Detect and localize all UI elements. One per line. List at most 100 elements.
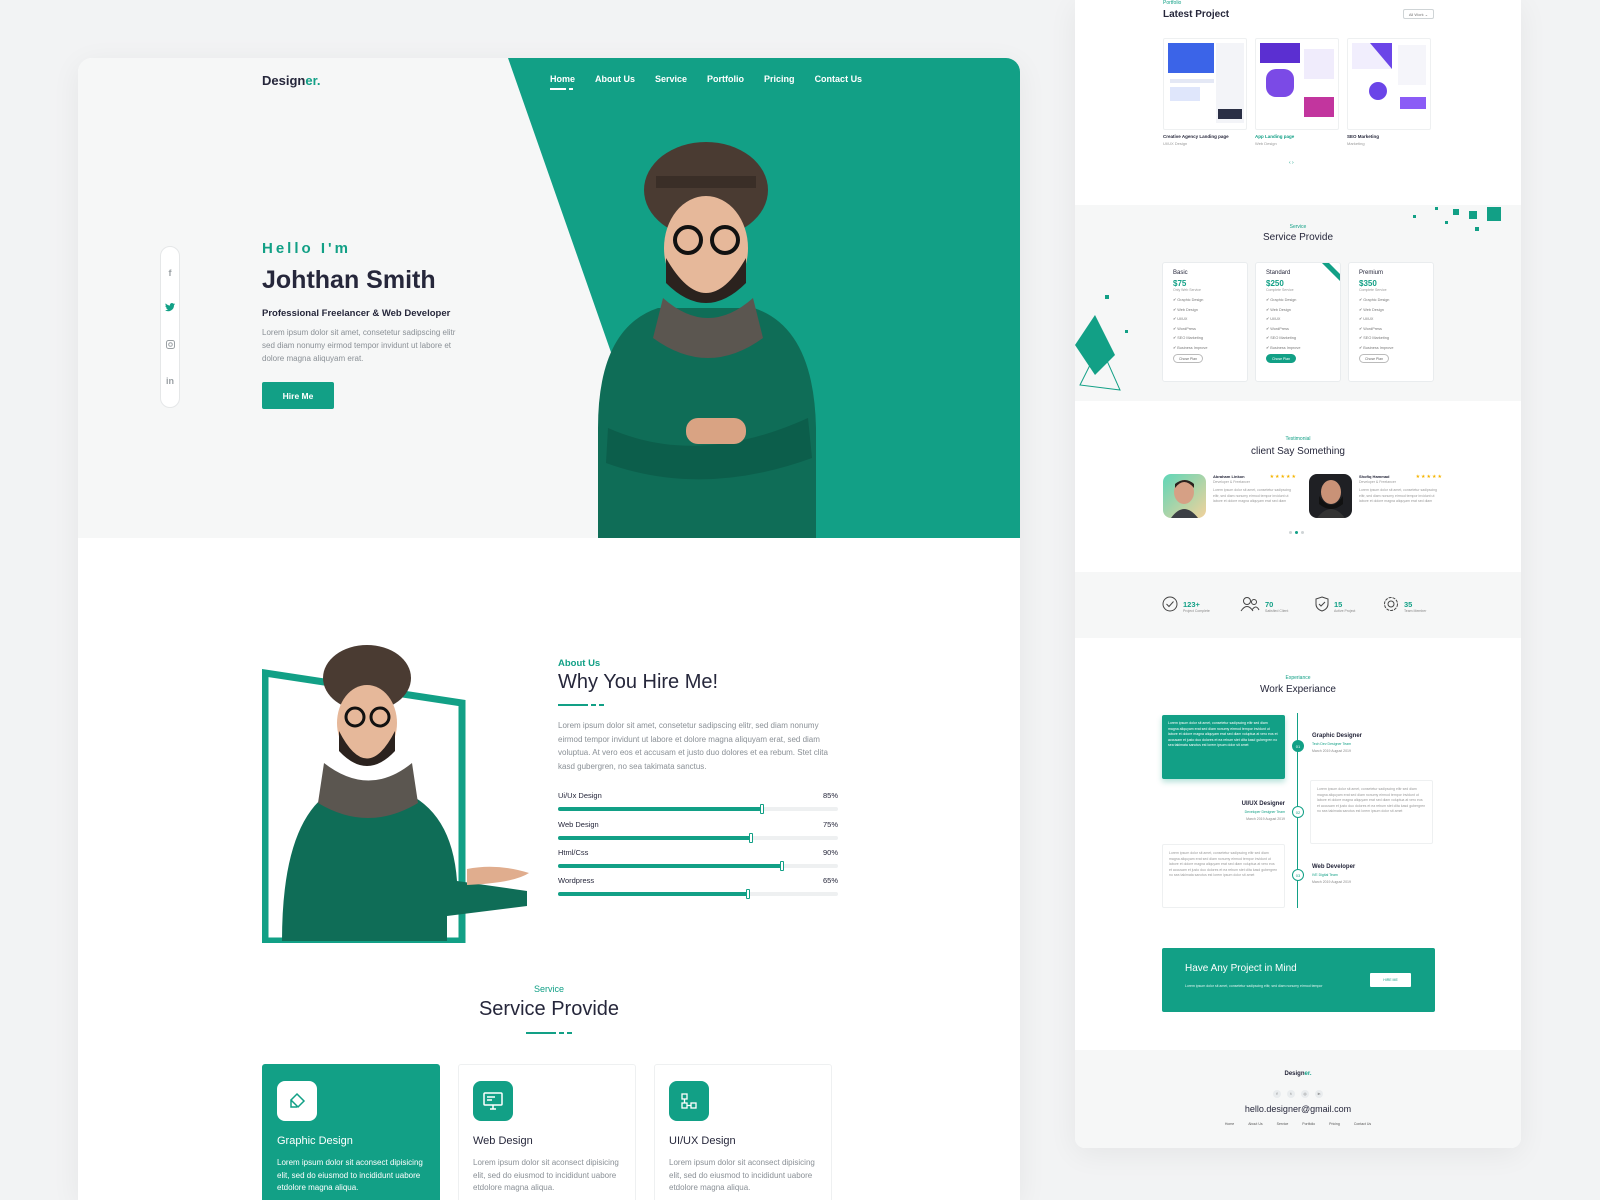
skill-name: Web Design <box>558 820 599 829</box>
service-card-graphic[interactable]: Graphic Design Lorem ipsum dolor sit aco… <box>262 1064 440 1200</box>
site-logo[interactable]: Designer. <box>262 73 321 88</box>
service-card-uiux[interactable]: UI/UX Design Lorem ipsum dolor sit acons… <box>654 1064 832 1200</box>
facebook-icon[interactable]: f <box>169 268 172 278</box>
cta-hire-button[interactable]: HIRE ME <box>1370 973 1411 987</box>
skill-name: Wordpress <box>558 876 595 885</box>
award-icon <box>1383 596 1399 617</box>
timeline-date: March 2019 August 2019 <box>1312 880 1351 884</box>
skill-fill <box>558 892 749 896</box>
footer-logo[interactable]: Designer. <box>1075 1071 1521 1077</box>
timeline-date: March 2019 August 2019 <box>1246 817 1285 821</box>
nav-service[interactable]: Service <box>655 74 687 84</box>
timeline-role: Web Developer <box>1312 864 1356 870</box>
brush-icon <box>277 1081 317 1121</box>
project-thumb-3[interactable] <box>1347 38 1431 130</box>
service-desc: Lorem ipsum dolor sit aconsect dipisicin… <box>277 1158 423 1192</box>
footer-nav-service[interactable]: Service <box>1277 1122 1289 1126</box>
skill-row: Wordpress 65% <box>558 876 838 899</box>
choose-plan-button[interactable]: Chose Plan <box>1359 354 1389 363</box>
hero-greeting: Hello I'm <box>262 240 351 257</box>
portfolio-filter-select[interactable]: All Work ⌄ <box>1403 9 1434 19</box>
testimonial-text: Lorem ipsum dolor sit amet, consetetur s… <box>1213 488 1292 503</box>
nav-about[interactable]: About Us <box>595 74 635 84</box>
testimonial-card: Shofiq Hammad Developer & Freelancer ★★★… <box>1309 474 1443 520</box>
skill-name: Html/Css <box>558 848 589 857</box>
plan-feature: ✔ UI/UX <box>1266 317 1281 321</box>
service-desc: Lorem ipsum dolor sit aconsect dipisicin… <box>473 1158 619 1192</box>
twitter-icon[interactable] <box>165 303 175 314</box>
choose-plan-button[interactable]: Chose Plan <box>1173 354 1203 363</box>
instagram-icon[interactable] <box>165 339 175 351</box>
footer <box>1075 1050 1521 1148</box>
skill-row: Web Design 75% <box>558 820 838 843</box>
hire-me-button[interactable]: Hire Me <box>262 382 334 409</box>
instagram-icon[interactable]: ◎ <box>1301 1090 1309 1098</box>
landing-page-main: Designer. Home About Us Service Portfoli… <box>78 58 1020 1200</box>
twitter-icon[interactable]: t <box>1287 1090 1295 1098</box>
about-eyebrow: About Us <box>558 658 601 669</box>
avatar <box>1309 474 1352 518</box>
skill-percent: 90% <box>822 848 838 857</box>
plan-features: ✔ Graphic Design ✔ Web Design ✔ UI/UX ✔ Wor… <box>1266 297 1330 350</box>
choose-plan-button[interactable]: Chose Plan <box>1266 354 1296 363</box>
hero-accent-shape <box>508 58 1020 538</box>
plan-feature: ✔ Web Design <box>1173 307 1198 312</box>
footer-nav-about[interactable]: About Us <box>1248 1122 1262 1126</box>
services-eyebrow: Service <box>533 984 564 994</box>
experience-title: Work Experiance <box>1260 684 1336 695</box>
testimonial-pager[interactable] <box>1289 531 1304 534</box>
project-thumb-1[interactable] <box>1163 38 1247 130</box>
footer-nav-contact[interactable]: Contact Us <box>1354 1122 1371 1126</box>
plan-tagline: Only Web Service <box>1173 288 1201 292</box>
plan-tagline: Complete Service <box>1359 288 1387 292</box>
project-title: App Landing page <box>1255 134 1295 139</box>
portfolio-pager[interactable]: ‹ › <box>1289 160 1294 166</box>
nav-contact[interactable]: Contact Us <box>815 74 863 84</box>
footer-nav: Home About Us Service Portfolio Pricing … <box>1075 1122 1521 1126</box>
plan-feature: ✔ Graphic Design <box>1173 298 1204 302</box>
plan-features: ✔ Graphic Design ✔ Web Design ✔ UI/UX ✔ Wor… <box>1359 297 1423 350</box>
skill-track <box>558 889 838 899</box>
timeline-company: IVE Digital Team <box>1312 873 1338 877</box>
skill-name: Ui/Ux Design <box>558 791 602 800</box>
project-thumb-2[interactable] <box>1255 38 1339 130</box>
stat-projects: 123+ Project Complete <box>1162 596 1210 617</box>
monitor-icon <box>473 1081 513 1121</box>
pricing-card-basic: Basic $75 Only Web Service ✔ Graphic Design… <box>1162 262 1248 382</box>
avatar <box>1163 474 1206 518</box>
service-card-web[interactable]: Web Design Lorem ipsum dolor sit aconsec… <box>458 1064 636 1200</box>
nav-portfolio[interactable]: Portfolio <box>707 74 744 84</box>
timeline-dot: 03 <box>1292 869 1304 881</box>
timeline-role: Graphic Designer <box>1312 733 1363 739</box>
footer-nav-pricing[interactable]: Pricing <box>1329 1122 1340 1126</box>
facebook-icon[interactable]: f <box>1273 1090 1281 1098</box>
footer-email[interactable]: hello.designer@gmail.com <box>1075 1104 1521 1114</box>
portfolio-title: Latest Project <box>1163 9 1230 20</box>
nav-pricing[interactable]: Pricing <box>764 74 795 84</box>
hero-name: Johthan Smith <box>262 266 436 294</box>
linkedin-icon[interactable]: in <box>1315 1090 1323 1098</box>
footer-nav-portfolio[interactable]: Portfolio <box>1302 1122 1315 1126</box>
plan-price: $75 <box>1173 279 1187 288</box>
testimonial-title: client Say Something <box>1251 446 1345 457</box>
stat-team: 35 Team Member <box>1383 596 1426 617</box>
skill-percent: 65% <box>822 876 838 885</box>
star-rating: ★★★★★ <box>1415 474 1443 480</box>
nav-home[interactable]: Home <box>550 74 575 90</box>
cta-banner: Have Any Project in Mind Lorem ipsum dol… <box>1162 948 1435 1012</box>
shield-icon <box>1315 596 1329 617</box>
project-title: SEO Marketing <box>1347 134 1380 139</box>
footer-nav-home[interactable]: Home <box>1225 1122 1234 1126</box>
skill-track <box>558 861 838 871</box>
testimonial-role: Developer & Freelancer <box>1359 480 1396 484</box>
timeline-company: Developer Designer Team <box>1244 810 1285 814</box>
service-name: Graphic Design <box>277 1135 353 1147</box>
linkedin-icon[interactable]: in <box>166 376 174 386</box>
pricing-title: Service Provide <box>1262 232 1334 243</box>
skill-knob <box>780 861 784 871</box>
star-rating: ★★★★★ <box>1269 474 1297 480</box>
cta-title: Have Any Project in Mind <box>1185 963 1297 974</box>
plan-feature: ✔ SEO Marketing <box>1359 336 1389 340</box>
plan-name: Basic <box>1173 270 1188 276</box>
timeline-date: March 2019 August 2019 <box>1312 749 1351 753</box>
